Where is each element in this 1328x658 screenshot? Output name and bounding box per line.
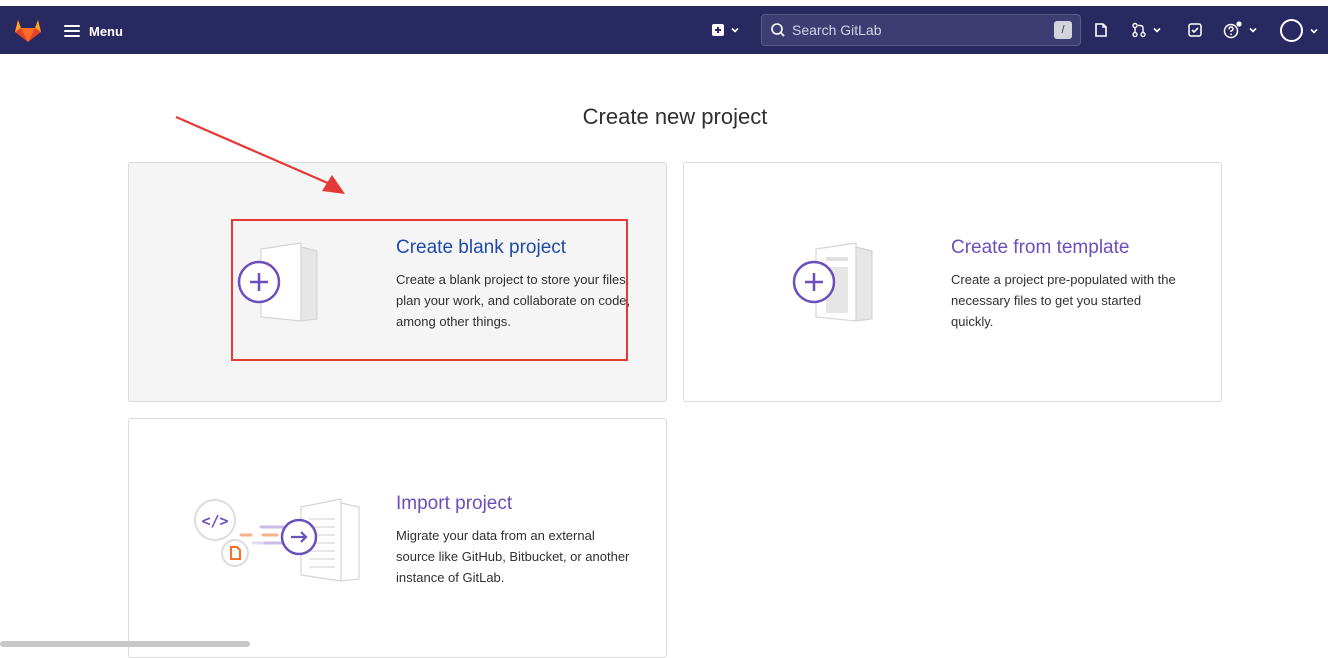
hamburger-icon <box>64 25 80 37</box>
search-icon <box>771 23 785 37</box>
card-title[interactable]: Create from template <box>951 237 1129 259</box>
chevron-down-icon <box>1153 27 1161 33</box>
template-illustration <box>792 242 873 322</box>
chevron-down-icon[interactable] <box>1309 26 1319 36</box>
todo-icon <box>1188 23 1202 37</box>
highlight-annotation-box <box>231 219 628 361</box>
search-shortcut-key: / <box>1054 21 1072 39</box>
chevron-down-icon <box>1249 27 1257 33</box>
avatar[interactable] <box>1280 19 1303 42</box>
chevron-down-icon <box>731 27 739 33</box>
help-icon <box>1223 21 1242 39</box>
import-project-card[interactable]: </> Import project Migrate your data fro… <box>128 418 667 658</box>
issues-icon <box>1095 23 1107 37</box>
svg-text:</>: </> <box>201 512 228 530</box>
import-project-illustration: </> <box>194 498 360 582</box>
merge-request-icon <box>1132 22 1146 38</box>
new-menu-dropdown[interactable] <box>711 20 740 40</box>
search-input[interactable]: Search GitLab / <box>761 14 1081 46</box>
menu-button[interactable]: Menu <box>64 20 123 42</box>
plus-square-icon <box>712 24 724 36</box>
create-from-template-card[interactable]: Create from template Create a project pr… <box>683 162 1222 402</box>
card-description: Create a project pre-populated with the … <box>951 272 1176 329</box>
card-title[interactable]: Import project <box>396 493 512 515</box>
card-description: Migrate your data from an external sourc… <box>396 528 630 585</box>
top-navbar: Menu Search GitLab / <box>0 6 1328 54</box>
todos-button[interactable] <box>1187 20 1203 40</box>
help-dropdown[interactable] <box>1223 20 1258 40</box>
horizontal-scrollbar[interactable] <box>0 641 250 647</box>
gitlab-logo[interactable] <box>14 17 42 43</box>
annotation-arrow-icon <box>175 115 345 194</box>
menu-label: Menu <box>89 23 123 39</box>
merge-requests-dropdown[interactable] <box>1131 20 1162 40</box>
issues-button[interactable] <box>1093 20 1109 40</box>
search-placeholder: Search GitLab <box>792 22 882 38</box>
